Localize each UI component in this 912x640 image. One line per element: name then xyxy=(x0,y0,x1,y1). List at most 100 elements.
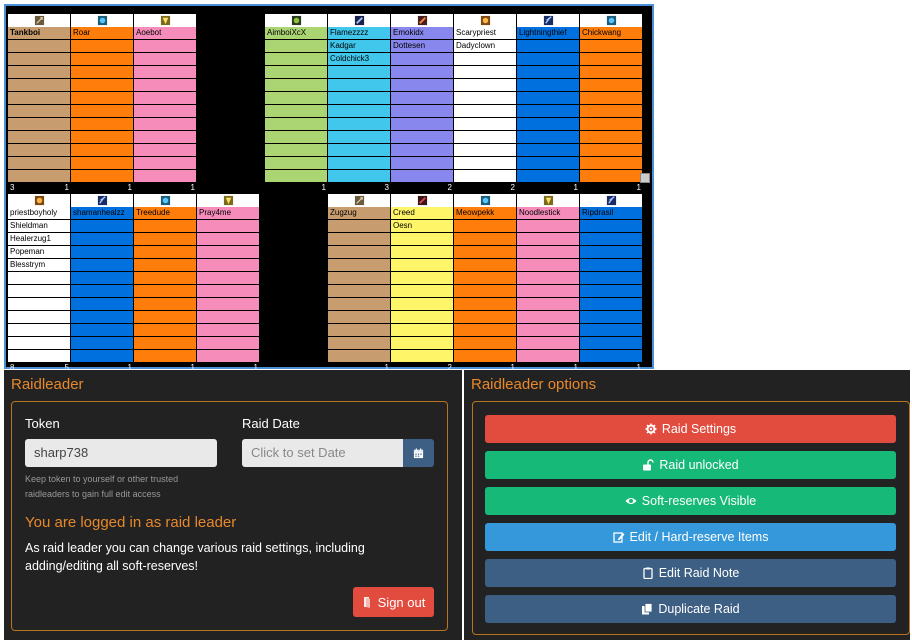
roster-cell[interactable] xyxy=(328,92,390,105)
roster-cell[interactable]: Oesn xyxy=(391,220,453,233)
roster-cell[interactable] xyxy=(391,53,453,66)
roster-cell[interactable] xyxy=(454,246,516,259)
roster-cell[interactable] xyxy=(454,220,516,233)
roster-cell[interactable] xyxy=(391,311,453,324)
roster-cell[interactable] xyxy=(517,259,579,272)
roster-cell[interactable] xyxy=(134,259,196,272)
roster-cell[interactable] xyxy=(71,337,133,350)
roster-cell[interactable]: Blesstrym xyxy=(8,259,70,272)
roster-cell[interactable] xyxy=(391,105,453,118)
roster-cell[interactable] xyxy=(8,144,70,157)
roster-cell[interactable] xyxy=(197,259,259,272)
roster-cell[interactable]: Pray4me xyxy=(197,207,259,220)
roster-cell[interactable] xyxy=(391,131,453,144)
roster-cell[interactable] xyxy=(580,53,642,66)
token-input[interactable]: sharp738 xyxy=(25,439,217,467)
roster-cell[interactable]: Tankboi xyxy=(8,27,70,40)
roster-cell[interactable] xyxy=(580,298,642,311)
roster-cell[interactable] xyxy=(265,79,327,92)
roster-cell[interactable] xyxy=(8,170,70,183)
roster-cell[interactable] xyxy=(517,53,579,66)
roster-cell[interactable] xyxy=(134,131,196,144)
roster-cell[interactable] xyxy=(517,233,579,246)
roster-cell[interactable] xyxy=(517,272,579,285)
roster-cell[interactable] xyxy=(265,105,327,118)
roster-cell[interactable]: Coldchick3 xyxy=(328,53,390,66)
roster-cell[interactable] xyxy=(580,118,642,131)
roster-cell[interactable] xyxy=(71,53,133,66)
roster-cell[interactable]: Creed xyxy=(391,207,453,220)
roster-cell[interactable] xyxy=(134,298,196,311)
roster-cell[interactable] xyxy=(134,337,196,350)
roster-cell[interactable] xyxy=(454,170,516,183)
roster-cell[interactable] xyxy=(71,233,133,246)
roster-cell[interactable] xyxy=(197,272,259,285)
roster-cell[interactable] xyxy=(517,220,579,233)
roster-cell[interactable] xyxy=(517,311,579,324)
roster-cell[interactable] xyxy=(517,79,579,92)
roster-cell[interactable] xyxy=(328,259,390,272)
roster-cell[interactable] xyxy=(580,350,642,363)
roster-cell[interactable] xyxy=(134,350,196,363)
roster-cell[interactable] xyxy=(328,311,390,324)
roster-cell[interactable] xyxy=(454,131,516,144)
roster-cell[interactable] xyxy=(391,92,453,105)
roster-cell[interactable] xyxy=(391,324,453,337)
roster-cell[interactable] xyxy=(391,157,453,170)
roster-cell[interactable] xyxy=(8,118,70,131)
roster-cell[interactable] xyxy=(517,92,579,105)
roster-cell[interactable] xyxy=(391,272,453,285)
roster-cell[interactable] xyxy=(454,285,516,298)
roster-cell[interactable] xyxy=(517,40,579,53)
roster-cell[interactable]: Healerzug1 xyxy=(8,233,70,246)
roster-cell[interactable] xyxy=(265,157,327,170)
roster-cell[interactable] xyxy=(197,233,259,246)
roster-cell[interactable] xyxy=(391,350,453,363)
roster-cell[interactable] xyxy=(328,337,390,350)
roster-cell[interactable]: Shieldman xyxy=(8,220,70,233)
roster-cell[interactable] xyxy=(391,66,453,79)
roster-cell[interactable] xyxy=(328,272,390,285)
roster-cell[interactable] xyxy=(8,79,70,92)
edit-raid-note-button[interactable]: Edit Raid Note xyxy=(485,559,896,587)
roster-cell[interactable] xyxy=(328,118,390,131)
roster-cell[interactable] xyxy=(391,118,453,131)
roster-cell[interactable] xyxy=(328,170,390,183)
roster-cell[interactable] xyxy=(71,105,133,118)
roster-cell[interactable] xyxy=(454,272,516,285)
roster-cell[interactable] xyxy=(8,272,70,285)
roster-cell[interactable]: Zugzug xyxy=(328,207,390,220)
roster-cell[interactable] xyxy=(71,92,133,105)
roster-cell[interactable] xyxy=(328,246,390,259)
roster-cell[interactable] xyxy=(265,170,327,183)
roster-cell[interactable] xyxy=(8,311,70,324)
roster-cell[interactable] xyxy=(517,324,579,337)
sign-out-button[interactable]: Sign out xyxy=(353,587,434,617)
roster-cell[interactable] xyxy=(328,350,390,363)
roster-cell[interactable] xyxy=(134,272,196,285)
roster-cell[interactable] xyxy=(454,311,516,324)
roster-cell[interactable]: Ripdrasil xyxy=(580,207,642,220)
roster-cell[interactable] xyxy=(580,311,642,324)
roster-cell[interactable] xyxy=(454,105,516,118)
roster-cell[interactable] xyxy=(265,92,327,105)
roster-cell[interactable] xyxy=(8,298,70,311)
roster-cell[interactable] xyxy=(71,246,133,259)
roster-cell[interactable] xyxy=(328,144,390,157)
roster-cell[interactable] xyxy=(328,157,390,170)
roster-cell[interactable] xyxy=(391,259,453,272)
roster-cell[interactable] xyxy=(580,324,642,337)
roster-cell[interactable] xyxy=(580,105,642,118)
roster-cell[interactable] xyxy=(71,324,133,337)
roster-cell[interactable] xyxy=(454,79,516,92)
roster-cell[interactable] xyxy=(517,105,579,118)
roster-cell[interactable] xyxy=(391,79,453,92)
roster-cell[interactable] xyxy=(580,272,642,285)
roster-cell[interactable] xyxy=(391,298,453,311)
roster-cell[interactable]: Chickwang xyxy=(580,27,642,40)
roster-cell[interactable] xyxy=(517,246,579,259)
roster-cell[interactable] xyxy=(580,157,642,170)
roster-cell[interactable] xyxy=(8,66,70,79)
roster-cell[interactable]: Dadyclown xyxy=(454,40,516,53)
roster-cell[interactable] xyxy=(71,259,133,272)
